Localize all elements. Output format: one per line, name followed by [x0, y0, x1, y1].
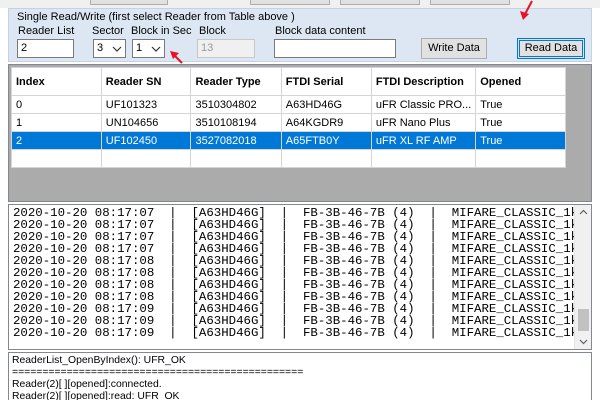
partial-button[interactable] [340, 0, 420, 5]
readers-table: Index Reader SN Reader Type FTDI Serial … [11, 67, 566, 168]
table-cell: 3527082018 [190, 131, 282, 150]
sector-combobox[interactable]: 3 [93, 39, 126, 58]
table-cell: uFR XL RF AMP [370, 131, 477, 150]
column-header-ftdi-serial[interactable]: FTDI Serial [280, 67, 372, 96]
status-textbox[interactable]: ReaderList_OpenByIndex(): UFR_OK =======… [8, 352, 592, 400]
block-data-input[interactable] [274, 39, 396, 58]
table-cell [11, 149, 102, 168]
table-cell: UF102450 [100, 131, 192, 150]
reader-list-label: Reader List [18, 25, 75, 37]
scroll-down-arrow-icon[interactable] [579, 337, 588, 346]
log-scrollbar[interactable] [574, 205, 591, 349]
status-line: ReaderList_OpenByIndex(): UFR_OK [12, 355, 186, 366]
block-input[interactable]: 13 [197, 39, 255, 58]
partial-button[interactable] [250, 0, 330, 5]
write-data-button[interactable]: Write Data [421, 38, 487, 59]
table-cell: UF101323 [100, 95, 192, 114]
table-cell: A64KGDR9 [280, 113, 372, 132]
block-label: Block [199, 25, 226, 37]
table-header-row: Index Reader SN Reader Type FTDI Serial … [11, 67, 566, 96]
partial-button[interactable] [90, 0, 168, 5]
table-cell [100, 149, 192, 168]
table-row-new[interactable] [11, 149, 566, 168]
table-cell: UN104656 [100, 113, 192, 132]
column-header-index[interactable]: Index [11, 67, 102, 96]
table-cell: A65FTB0Y [280, 131, 372, 150]
column-header-reader-sn[interactable]: Reader SN [100, 67, 192, 96]
table-cell [190, 149, 282, 168]
table-cell [475, 149, 566, 168]
table-cell: 3510108194 [190, 113, 282, 132]
block-data-label: Block data content [275, 25, 366, 37]
top-button-strip [0, 0, 600, 8]
sector-label: Sector [92, 25, 124, 37]
sector-value: 3 [97, 42, 104, 54]
table-cell: 0 [11, 95, 102, 114]
table-cell [370, 149, 477, 168]
table-cell: 3510304802 [190, 95, 282, 114]
log-scrollbar-thumb[interactable] [578, 309, 589, 331]
table-row[interactable]: 1 UN104656 3510108194 A64KGDR9 uFR Nano … [11, 113, 566, 132]
block-in-sec-value: 1 [136, 42, 143, 54]
column-header-ftdi-description[interactable]: FTDI Description [370, 67, 477, 96]
table-cell: True [475, 131, 566, 150]
column-header-reader-type[interactable]: Reader Type [190, 67, 282, 96]
status-line: Reader(2)[ ][opened]:connected. [12, 379, 162, 390]
block-in-sec-label: Block in Sec [131, 25, 192, 37]
group-title: Single Read/Write (first select Reader f… [17, 11, 295, 23]
table-cell: uFR Nano Plus [370, 113, 477, 132]
status-line: ========================================… [12, 367, 304, 378]
table-cell [280, 149, 372, 168]
table-cell: A63HD46G [280, 95, 372, 114]
table-cell: uFR Classic PRO... [370, 95, 477, 114]
read-data-button[interactable]: Read Data [517, 38, 585, 59]
card-log-textbox[interactable]: 2020-10-20 08:17:07 | [A63HD46G] | FB-3B… [8, 204, 592, 350]
red-arrow-icon [170, 51, 183, 64]
log-line: 2020-10-20 08:17:09 | [A63HD46G] | FB-3B… [13, 326, 579, 340]
table-cell: True [475, 113, 566, 132]
column-header-opened[interactable]: Opened [475, 67, 566, 96]
status-line: Reader(2)[ ][opened]:read: UFR_OK [12, 391, 180, 400]
table-row-selected[interactable]: 2 UF102450 3527082018 A65FTB0Y uFR XL RF… [11, 131, 566, 150]
partial-button[interactable] [430, 0, 510, 5]
chevron-down-icon [151, 46, 161, 52]
red-arrow-icon [520, 0, 533, 20]
single-read-write-group: Single Read/Write (first select Reader f… [8, 8, 592, 62]
readers-table-area: Index Reader SN Reader Type FTDI Serial … [8, 64, 592, 202]
table-cell: 2 [11, 131, 102, 150]
table-row[interactable]: 0 UF101323 3510304802 A63HD46G uFR Class… [11, 95, 566, 114]
chevron-down-icon [112, 46, 122, 52]
reader-list-input[interactable]: 2 [17, 39, 74, 58]
block-in-sec-combobox[interactable]: 1 [132, 39, 165, 58]
table-cell: True [475, 95, 566, 114]
table-cell: 1 [11, 113, 102, 132]
scroll-up-arrow-icon[interactable] [579, 208, 588, 217]
